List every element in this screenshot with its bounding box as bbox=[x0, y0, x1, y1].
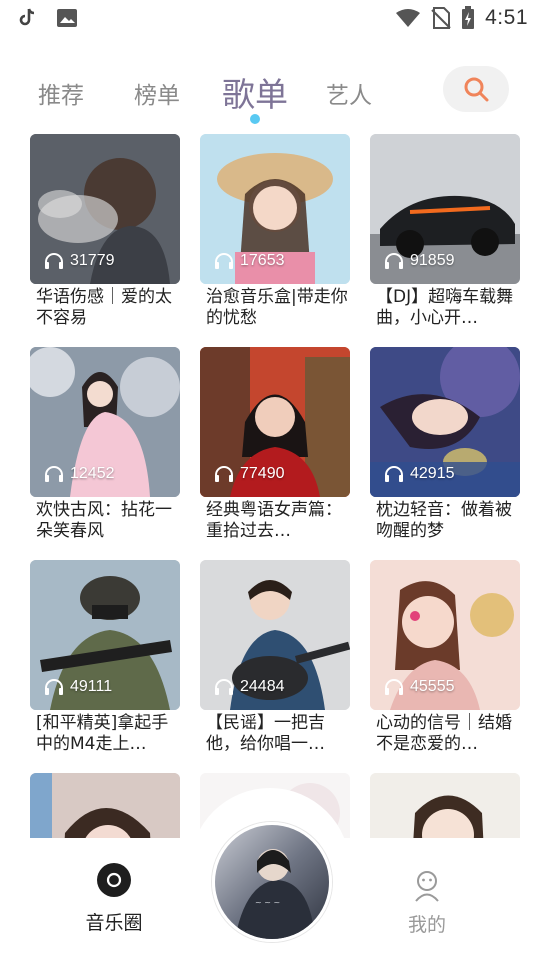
play-count: 12452 bbox=[44, 465, 115, 483]
play-count: 17653 bbox=[214, 252, 285, 270]
playlist-title: 【DJ】超嗨车载舞曲，小心开… bbox=[376, 287, 514, 328]
search-icon bbox=[464, 77, 489, 102]
tab-playlists[interactable]: 歌单 bbox=[222, 68, 288, 116]
playlist-title: 华语伤感｜爱的太不容易 bbox=[36, 287, 172, 328]
wifi-icon bbox=[396, 9, 421, 27]
playlist-cover: 17653 bbox=[200, 134, 350, 284]
headphones-icon bbox=[215, 679, 233, 695]
clock: 4:51 bbox=[485, 6, 528, 29]
play-count: 45555 bbox=[384, 678, 455, 696]
search-button[interactable] bbox=[443, 66, 509, 112]
play-count: 24484 bbox=[214, 678, 285, 696]
playlist-cover: 45555 bbox=[370, 560, 520, 710]
active-tab-indicator bbox=[250, 114, 260, 124]
playlist-title: 心动的信号｜结婚不是恋爱的… bbox=[376, 713, 512, 754]
playlist-cover: 12452 bbox=[30, 347, 180, 497]
battery-charging-icon bbox=[462, 6, 475, 29]
playlist-cover: 77490 bbox=[200, 347, 350, 497]
play-count-value: 45555 bbox=[410, 678, 455, 695]
tab-artists[interactable]: 艺人 bbox=[326, 76, 372, 110]
headphones-icon bbox=[385, 679, 403, 695]
playlist-title: 经典粤语女声篇：重拾过去… bbox=[206, 500, 342, 541]
headphones-icon bbox=[215, 466, 233, 482]
nav-mine[interactable]: 我的 bbox=[392, 870, 462, 937]
playlist-cover: 91859 bbox=[370, 134, 520, 284]
tiktok-icon bbox=[19, 8, 35, 26]
svg-text:~ ~ ~: ~ ~ ~ bbox=[255, 898, 280, 907]
playlist-title: 欢快古风：拈花一朵笑春风 bbox=[36, 500, 172, 541]
category-tabs: 推荐 榜单 歌单 艺人 bbox=[0, 62, 540, 132]
person-icon bbox=[415, 871, 439, 902]
playlist-cover: 42915 bbox=[370, 347, 520, 497]
headphones-icon bbox=[45, 679, 63, 695]
nav-music-circle-label: 音乐圈 bbox=[85, 912, 143, 934]
play-count: 31779 bbox=[44, 252, 115, 270]
play-count-value: 49111 bbox=[70, 678, 113, 695]
play-count-value: 77490 bbox=[240, 465, 285, 482]
headphones-icon bbox=[45, 253, 63, 269]
tab-charts[interactable]: 榜单 bbox=[134, 76, 180, 110]
play-count-value: 42915 bbox=[410, 465, 455, 482]
album-art: ~ ~ ~ bbox=[215, 825, 329, 939]
headphones-icon bbox=[45, 466, 63, 482]
playlist-cover: 49111 bbox=[30, 560, 180, 710]
play-count-value: 91859 bbox=[410, 252, 455, 269]
play-count: 49111 bbox=[44, 678, 112, 696]
headphones-icon bbox=[385, 466, 403, 482]
playlist-cover: 31779 bbox=[30, 134, 180, 284]
play-count: 77490 bbox=[214, 465, 285, 483]
play-count-value: 24484 bbox=[240, 678, 285, 695]
no-sim-icon bbox=[431, 7, 451, 29]
tab-recommend[interactable]: 推荐 bbox=[38, 76, 84, 110]
playlist-title: [和平精英]拿起手中的M4走上… bbox=[36, 713, 169, 754]
playlist-title: 【民谣】一把吉他，给你唱一… bbox=[206, 713, 325, 754]
play-count-value: 12452 bbox=[70, 465, 115, 482]
nav-music-circle[interactable]: 音乐圈 bbox=[78, 862, 150, 935]
nav-mine-label: 我的 bbox=[407, 914, 446, 936]
headphones-icon bbox=[385, 253, 403, 269]
playlist-title: 枕边轻音：做着被吻醒的梦 bbox=[376, 500, 512, 541]
play-count: 91859 bbox=[384, 252, 455, 270]
status-bar: 4:51 bbox=[0, 0, 540, 38]
headphones-icon bbox=[215, 253, 233, 269]
play-count-value: 17653 bbox=[240, 252, 285, 269]
image-icon bbox=[57, 9, 77, 27]
play-count: 42915 bbox=[384, 465, 455, 483]
playlist-cover: 24484 bbox=[200, 560, 350, 710]
now-playing-disc[interactable]: ~ ~ ~ bbox=[212, 822, 332, 942]
vinyl-icon bbox=[97, 863, 131, 897]
play-count-value: 31779 bbox=[70, 252, 115, 269]
playlist-title: 治愈音乐盒|带走你的忧愁 bbox=[206, 287, 348, 328]
